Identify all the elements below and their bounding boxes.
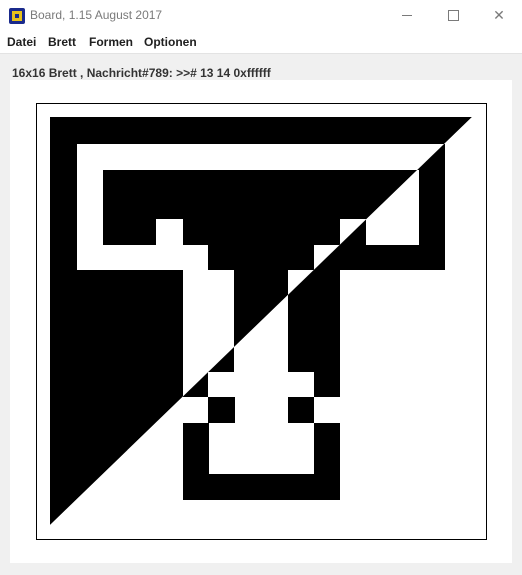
menu-bar: Datei Brett Formen Optionen	[0, 31, 522, 54]
menu-formen[interactable]: Formen	[89, 35, 133, 49]
close-button[interactable]: ✕	[476, 0, 522, 31]
maximize-button[interactable]	[430, 0, 476, 31]
board-frame	[36, 103, 487, 540]
status-message: 16x16 Brett , Nachricht#789: >># 13 14 0…	[12, 66, 271, 80]
close-icon: ✕	[493, 7, 505, 23]
minimize-button[interactable]	[384, 0, 430, 31]
menu-optionen[interactable]: Optionen	[144, 35, 197, 49]
window-title: Board, 1.15 August 2017	[30, 8, 163, 22]
board-app-icon	[9, 8, 25, 24]
title-bar: Board, 1.15 August 2017 ✕	[0, 0, 522, 31]
menu-brett[interactable]: Brett	[48, 35, 76, 49]
menu-datei[interactable]: Datei	[7, 35, 36, 49]
minimize-icon	[402, 15, 412, 16]
board-canvas[interactable]	[37, 104, 486, 539]
maximize-icon	[447, 10, 459, 21]
